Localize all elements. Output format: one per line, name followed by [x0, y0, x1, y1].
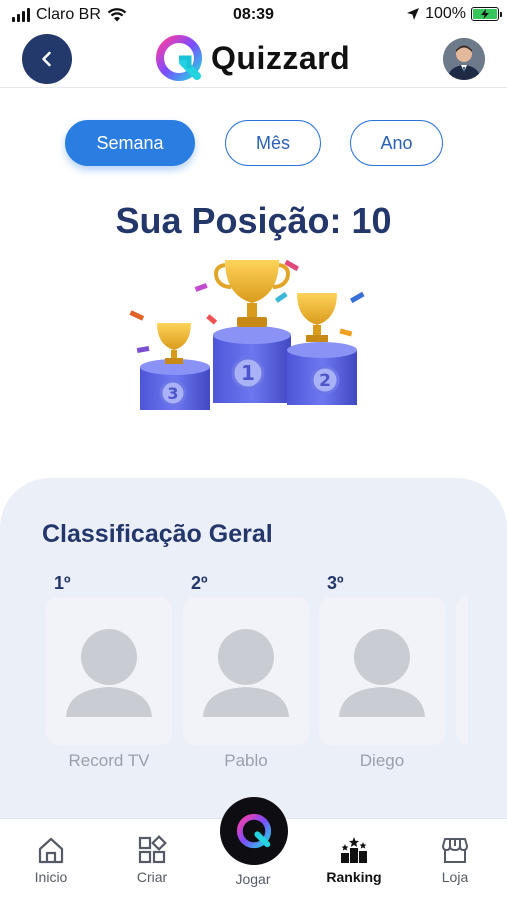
svg-text:2: 2 [319, 371, 331, 391]
back-button[interactable] [22, 34, 72, 84]
user-photo-icon [443, 38, 485, 80]
ranking-icon [341, 837, 367, 863]
period-filters: Semana Mês Ano [0, 120, 507, 168]
nav-criar[interactable]: Criar [112, 835, 192, 885]
nav-ranking[interactable]: Ranking [314, 835, 394, 885]
battery-icon [471, 7, 502, 21]
app-name: Quizzard [211, 39, 351, 76]
filter-semana-button[interactable]: Semana [65, 120, 195, 166]
ranking-card-partial[interactable] [456, 597, 468, 745]
rank-number: 1º [54, 573, 71, 593]
filter-ano-button[interactable]: Ano [350, 120, 443, 166]
rank-number: 2º [191, 573, 208, 593]
svg-text:1: 1 [241, 361, 255, 385]
app-logo: Quizzard [155, 34, 350, 82]
chevron-left-icon [42, 51, 51, 67]
status-right: 100% [406, 5, 502, 23]
svg-text:3: 3 [167, 384, 178, 403]
quizzard-logo-icon [236, 813, 272, 849]
grid-add-icon [138, 835, 167, 864]
rank-number: 3º [327, 573, 344, 593]
bottom-navigation: Inicio Criar Jogar Ranking Loja [0, 797, 507, 900]
nav-jogar-label: Jogar [235, 871, 271, 887]
person-placeholder-icon [203, 629, 289, 717]
nav-ranking-label: Ranking [326, 869, 382, 885]
filter-mes-button[interactable]: Mês [225, 120, 321, 166]
podium-trophies-illustration: 1 3 2 [129, 259, 365, 410]
quizzard-logo-icon [156, 35, 202, 81]
rank-avatar-placeholder [319, 597, 445, 745]
nav-loja[interactable]: Loja [415, 835, 495, 885]
nav-inicio-label: Inicio [34, 869, 68, 885]
nav-inicio[interactable]: Inicio [11, 835, 91, 885]
app-header: Quizzard [0, 30, 507, 88]
rank-player-name: Diego [359, 751, 405, 770]
rank-avatar-placeholder [46, 597, 172, 745]
rank-player-name: Record TV [68, 751, 150, 770]
status-bar: Claro BR 08:39 100% [0, 0, 507, 30]
ranking-card[interactable]: 2º Pablo [183, 573, 309, 771]
battery-percent: 100% [425, 5, 466, 22]
charging-bolt-icon [481, 9, 489, 19]
person-placeholder-icon [66, 629, 152, 717]
ranking-card[interactable]: 1º Record TV [46, 573, 172, 771]
person-placeholder-icon [339, 629, 425, 717]
home-icon [38, 837, 64, 864]
nav-loja-label: Loja [441, 869, 469, 885]
location-arrow-icon [407, 8, 420, 20]
nav-jogar-button[interactable] [220, 797, 288, 865]
nav-criar-label: Criar [136, 869, 168, 885]
user-avatar[interactable] [443, 38, 485, 80]
ranking-panel: Classificação Geral 1º Record TV 2º Pabl… [0, 478, 507, 838]
ranking-title: Classificação Geral [42, 520, 273, 548]
ranking-card[interactable]: 3º Diego [319, 573, 445, 771]
rank-player-name: Pablo [224, 751, 268, 770]
rank-avatar-placeholder [183, 597, 309, 745]
store-icon [442, 838, 468, 863]
user-position-title: Sua Posição: 10 [115, 200, 392, 241]
